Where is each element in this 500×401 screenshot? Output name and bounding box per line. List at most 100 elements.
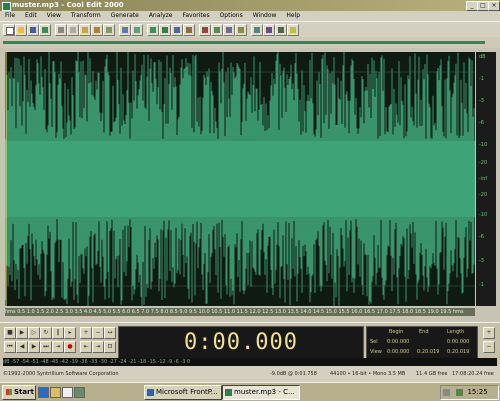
ruler-label: -inf [479, 176, 488, 182]
filter-button[interactable] [275, 24, 287, 36]
ruler-label: -6 [479, 234, 484, 240]
status-format: 44100 • 16-bit • Mono [330, 371, 387, 377]
sel-length-value[interactable]: 0:00.000 [447, 339, 469, 345]
mix-paste-button[interactable] [103, 24, 115, 36]
save-file-button[interactable] [27, 24, 39, 36]
ruler-label: -10 [479, 142, 488, 148]
skip-button[interactable]: ⇥ [52, 341, 64, 353]
frequency-analysis-button[interactable] [183, 24, 195, 36]
waveform-area: dB -1 -3 -6 -10 -20 -inf -20 -10 -6 -3 -… [0, 48, 500, 314]
sel-begin-value[interactable]: 0:00.000 [387, 339, 409, 345]
play-view-button[interactable]: ▸ [64, 327, 76, 339]
menu-options[interactable]: Options [215, 11, 248, 21]
start-label: Start [14, 388, 34, 396]
cut-button[interactable] [55, 24, 67, 36]
menu-edit[interactable]: Edit [20, 11, 42, 21]
record-wave-button[interactable] [39, 24, 51, 36]
open-file-button[interactable] [15, 24, 27, 36]
menu-view[interactable]: View [42, 11, 66, 21]
copy-button[interactable] [67, 24, 79, 36]
paste-new-button[interactable] [91, 24, 103, 36]
time-display-panel: 0:00.000 [118, 326, 364, 359]
ruler-label: -1 [479, 282, 484, 288]
quick-launch-icon[interactable] [74, 387, 85, 398]
waveform-graph[interactable] [5, 52, 475, 306]
view-end-value[interactable]: 0:20.019 [417, 349, 439, 355]
waveform-display[interactable] [5, 52, 475, 306]
zoom-full-button[interactable]: ↔ [104, 327, 116, 339]
windows-logo-icon [6, 389, 12, 395]
play-to-end-button[interactable]: ▷ [28, 327, 40, 339]
app-icon [2, 2, 11, 11]
selection-info-panel: Begin End Length Sel View 0:00.000 0:00.… [366, 326, 478, 359]
info-end-label: End [419, 329, 429, 335]
menu-file[interactable]: File [0, 11, 20, 21]
record-button[interactable]: ● [64, 341, 76, 353]
vertical-zoom-in-button[interactable]: + [483, 327, 495, 339]
menu-help[interactable]: Help [281, 11, 305, 21]
amplify-button[interactable] [211, 24, 223, 36]
new-file-button[interactable] [3, 24, 15, 36]
view-begin-value[interactable]: 0:00.000 [387, 349, 409, 355]
menu-favorites[interactable]: Favorites [177, 11, 214, 21]
info-sel-label: Sel [370, 339, 378, 345]
outlook-express-icon[interactable] [50, 387, 61, 398]
status-peak: -9.0dB @ 0:01.758 [270, 371, 317, 377]
waveform-view-button[interactable] [159, 24, 171, 36]
taskbar-button-cooledit[interactable]: muster.mp3 - C... [222, 385, 300, 400]
status-copyright: ©1992-2000 Syntrillium Software Corporat… [3, 371, 119, 377]
zoom-left-button[interactable]: ⇤ [80, 341, 92, 353]
view-length-value[interactable]: 0:20.019 [447, 349, 469, 355]
zoom-in-button[interactable]: + [80, 327, 92, 339]
vertical-zoom-out-button[interactable]: − [483, 341, 495, 353]
menu-window[interactable]: Window [248, 11, 282, 21]
zoom-selection-button[interactable]: ⊡ [104, 341, 116, 353]
help-button[interactable] [287, 24, 299, 36]
menu-bar: File Edit View Transform Generate Analyze Favo… [0, 11, 500, 21]
taskbar-label: muster.mp3 - C... [234, 388, 295, 396]
start-button[interactable]: Start [2, 385, 36, 400]
info-length-label: Length [447, 329, 465, 335]
normalize-button[interactable] [223, 24, 235, 36]
echo-button[interactable] [251, 24, 263, 36]
paste-button[interactable] [79, 24, 91, 36]
level-meter-scale: dB -57 -54 -51 -48 -45 -42 -39 -36 -33 -… [3, 359, 191, 365]
taskbar: Start Microsoft FrontP... muster.mp3 - C… [0, 382, 500, 401]
stop-button[interactable]: ■ [4, 327, 16, 339]
taskbar-button-frontpage[interactable]: Microsoft FrontP... [144, 385, 222, 400]
level-meter: dB -57 -54 -51 -48 -45 -42 -39 -36 -33 -… [3, 358, 497, 366]
internet-explorer-icon[interactable] [38, 387, 49, 398]
transport-panel: ■ ▶ ▷ ↻ ‖ ▸ ⏮ ◀ ▶ ⏭ ⇥ ● + − ↔ ⇤ ⇥ ⊡ 0:00… [0, 322, 500, 359]
time-ruler: hms 0.5 1.0 1.5 2.0 2.5 3.0 3.5 4.0 4.5 … [5, 308, 475, 316]
frontpage-icon [147, 388, 154, 396]
go-to-end-button[interactable]: ⏭ [40, 341, 52, 353]
close-button[interactable]: × [488, 1, 500, 11]
go-to-start-button[interactable]: ⏮ [4, 341, 16, 353]
volume-icon[interactable] [443, 388, 450, 396]
rewind-button[interactable]: ◀ [16, 341, 28, 353]
spectral-view-button[interactable] [171, 24, 183, 36]
status-free-time: 17:08:20.24 free [452, 371, 494, 377]
menu-analyze[interactable]: Analyze [144, 11, 178, 21]
trim-button[interactable] [131, 24, 143, 36]
zoom-out-button[interactable]: − [92, 327, 104, 339]
network-icon[interactable] [456, 388, 464, 396]
ruler-label: -6 [479, 120, 484, 126]
overview-range[interactable] [3, 41, 485, 44]
fast-forward-button[interactable]: ▶ [28, 341, 40, 353]
play-button[interactable]: ▶ [16, 327, 28, 339]
reverb-button[interactable] [263, 24, 275, 36]
menu-transform[interactable]: Transform [66, 11, 106, 21]
pause-button[interactable]: ‖ [52, 327, 64, 339]
snap-button[interactable] [147, 24, 159, 36]
toolbar [0, 21, 500, 38]
status-bar: ©1992-2000 Syntrillium Software Corporat… [0, 366, 500, 382]
marker-button[interactable] [199, 24, 211, 36]
loop-button[interactable]: ↻ [40, 327, 52, 339]
show-desktop-icon[interactable] [62, 387, 73, 398]
ruler-label: -1 [479, 76, 484, 82]
zoom-right-button[interactable]: ⇥ [92, 341, 104, 353]
noise-reduction-button[interactable] [235, 24, 247, 36]
menu-generate[interactable]: Generate [106, 11, 144, 21]
undo-button[interactable] [119, 24, 131, 36]
